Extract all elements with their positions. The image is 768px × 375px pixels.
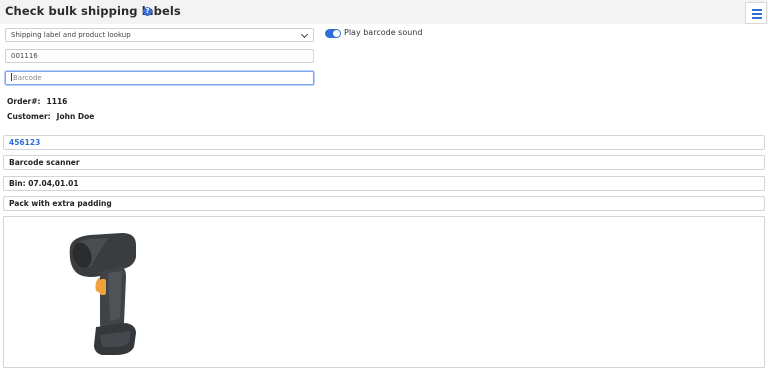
hamburger-menu-icon <box>752 9 762 11</box>
chevron-down-icon <box>300 30 309 39</box>
barcode-scanner-image <box>69 233 136 355</box>
packing-note: Pack with extra padding <box>3 196 765 211</box>
page-title: Check bulk shipping labels <box>5 4 181 18</box>
barcode-sound-label: Play barcode sound <box>344 28 423 37</box>
order-info: Order#: 1116 <box>7 97 67 106</box>
order-value: 1116 <box>46 97 68 106</box>
text-caret <box>11 73 12 81</box>
barcode-sound-toggle[interactable] <box>325 29 341 38</box>
order-number-value: 001116 <box>11 52 38 60</box>
order-label: Order#: <box>7 97 41 106</box>
toggle-knob <box>333 30 340 37</box>
customer-info: Customer: John Doe <box>7 112 94 121</box>
lookup-type-select[interactable]: Shipping label and product lookup <box>5 28 314 42</box>
bin-location: Bin: 07.04,01.01 <box>3 176 765 191</box>
sku-link[interactable]: 456123 <box>3 135 765 150</box>
lookup-type-value: Shipping label and product lookup <box>11 31 131 39</box>
customer-value: John Doe <box>56 112 95 121</box>
customer-label: Customer: <box>7 112 51 121</box>
barcode-placeholder: Barcode <box>13 74 42 82</box>
barcode-input[interactable]: Barcode <box>5 71 314 85</box>
order-number-input[interactable]: 001116 <box>5 49 314 63</box>
product-name: Barcode scanner <box>3 155 765 170</box>
menu-button[interactable] <box>745 2 767 24</box>
product-image-card <box>3 216 765 368</box>
question-circle-icon[interactable]: ? <box>143 7 152 16</box>
page-header: Check bulk shipping labels ? <box>0 0 768 24</box>
